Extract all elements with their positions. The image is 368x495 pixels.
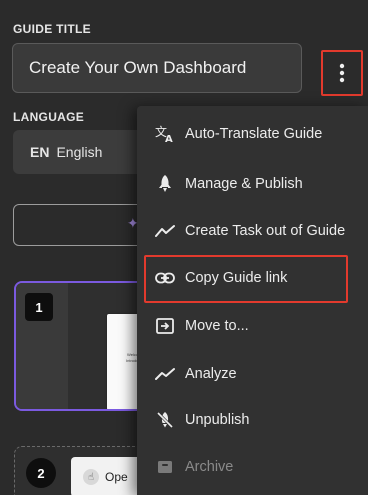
guide-title-input[interactable]: Create Your Own Dashboard: [12, 43, 302, 93]
analyze-icon: [155, 364, 175, 384]
step-chip-label: Ope: [105, 470, 128, 484]
translate-icon: 文 A: [155, 124, 175, 144]
menu-item-label: Auto-Translate Guide: [185, 126, 323, 142]
language-code: EN: [30, 144, 50, 160]
move-to-icon: [155, 316, 175, 336]
unpublish-icon: [155, 410, 175, 430]
guide-options-menu: 文 A Auto-Translate Guide Manage & Publis…: [137, 106, 368, 495]
pointer-icon: ☝: [83, 469, 99, 485]
step-number-badge: 2: [26, 458, 56, 488]
menu-item-create-task[interactable]: Create Task out of Guide: [137, 208, 368, 254]
archive-icon: [155, 457, 175, 477]
menu-item-auto-translate[interactable]: 文 A Auto-Translate Guide: [137, 111, 368, 157]
step-number-badge: 1: [25, 293, 53, 321]
menu-item-label: Analyze: [185, 366, 237, 382]
menu-item-manage-publish[interactable]: Manage & Publish: [137, 161, 368, 207]
rocket-icon: [155, 174, 175, 194]
kebab-icon: [339, 63, 345, 83]
menu-item-label: Unpublish: [185, 412, 250, 428]
menu-item-move-to[interactable]: Move to...: [137, 303, 368, 349]
menu-item-analyze[interactable]: Analyze: [137, 351, 368, 397]
trend-icon: [155, 221, 175, 241]
link-icon: [155, 268, 175, 288]
language-label: LANGUAGE: [13, 110, 85, 124]
more-options-button[interactable]: [321, 50, 363, 96]
menu-item-copy-link[interactable]: Copy Guide link: [137, 255, 368, 301]
guide-title-label: GUIDE TITLE: [13, 22, 91, 36]
menu-item-label: Archive: [185, 459, 234, 475]
menu-item-archive[interactable]: Archive: [137, 444, 368, 490]
menu-item-label: Manage & Publish: [185, 176, 303, 192]
menu-item-label: Move to...: [185, 318, 249, 334]
menu-item-unpublish[interactable]: Unpublish: [137, 397, 368, 443]
menu-item-label: Copy Guide link: [185, 270, 288, 286]
language-name: English: [56, 144, 103, 160]
menu-item-label: Create Task out of Guide: [185, 223, 346, 239]
svg-text:A: A: [165, 134, 173, 143]
